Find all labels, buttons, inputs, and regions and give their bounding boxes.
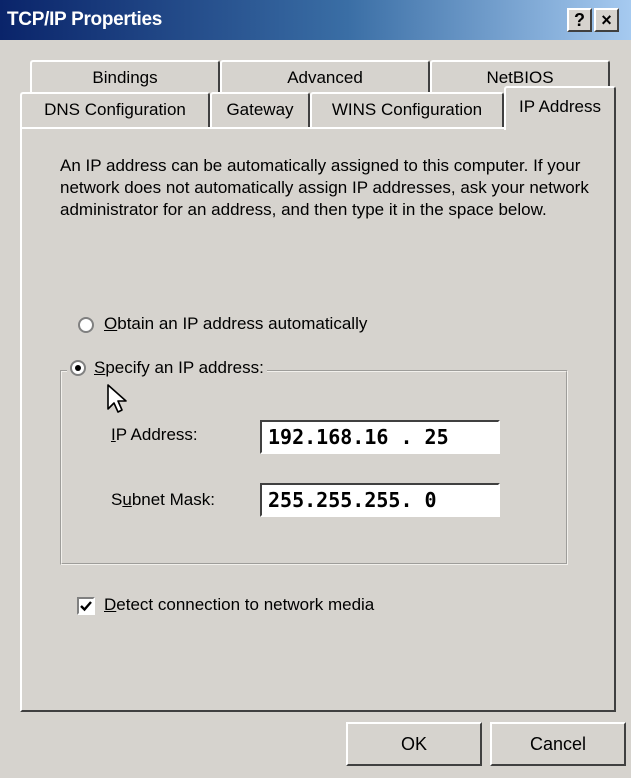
obtain-auto-label[interactable]: Obtain an IP address automatically bbox=[104, 314, 367, 334]
close-button[interactable]: × bbox=[594, 8, 619, 32]
checkmark-icon bbox=[80, 601, 92, 612]
detect-media-checkbox[interactable] bbox=[77, 597, 95, 615]
tcpip-properties-dialog: TCP/IP Properties ? × Bindings Advanced … bbox=[0, 0, 631, 778]
subnet-mask-field[interactable]: 255.255.255. 0 bbox=[260, 483, 500, 517]
title-bar[interactable]: TCP/IP Properties ? × bbox=[0, 0, 631, 40]
ip-address-field[interactable]: 192.168.16 . 25 bbox=[260, 420, 500, 454]
tab-advanced[interactable]: Advanced bbox=[220, 60, 430, 92]
tab-bindings[interactable]: Bindings bbox=[30, 60, 220, 92]
cancel-button[interactable]: Cancel bbox=[490, 722, 626, 766]
tab-gateway[interactable]: Gateway bbox=[210, 92, 310, 128]
ok-button[interactable]: OK bbox=[346, 722, 482, 766]
detect-media-label[interactable]: Detect connection to network media bbox=[104, 595, 374, 615]
description-text: An IP address can be automatically assig… bbox=[60, 156, 589, 219]
mouse-cursor-icon bbox=[107, 384, 127, 413]
specify-ip-groupbox bbox=[60, 370, 568, 565]
help-button[interactable]: ? bbox=[567, 8, 592, 32]
window-title: TCP/IP Properties bbox=[7, 9, 163, 30]
tab-wins-configuration[interactable]: WINS Configuration bbox=[310, 92, 504, 128]
subnet-mask-label: Subnet Mask: bbox=[111, 490, 215, 509]
specify-ip-label[interactable]: Specify an IP address: bbox=[94, 358, 264, 378]
specify-ip-legend: Specify an IP address: bbox=[67, 358, 267, 378]
ip-address-label: IP Address: bbox=[111, 425, 198, 444]
specify-ip-radio[interactable] bbox=[70, 360, 86, 376]
obtain-auto-radio[interactable] bbox=[78, 317, 94, 333]
tab-ip-address[interactable]: IP Address bbox=[504, 86, 616, 130]
tab-dns-configuration[interactable]: DNS Configuration bbox=[20, 92, 210, 128]
radio-selected-dot bbox=[75, 365, 81, 371]
